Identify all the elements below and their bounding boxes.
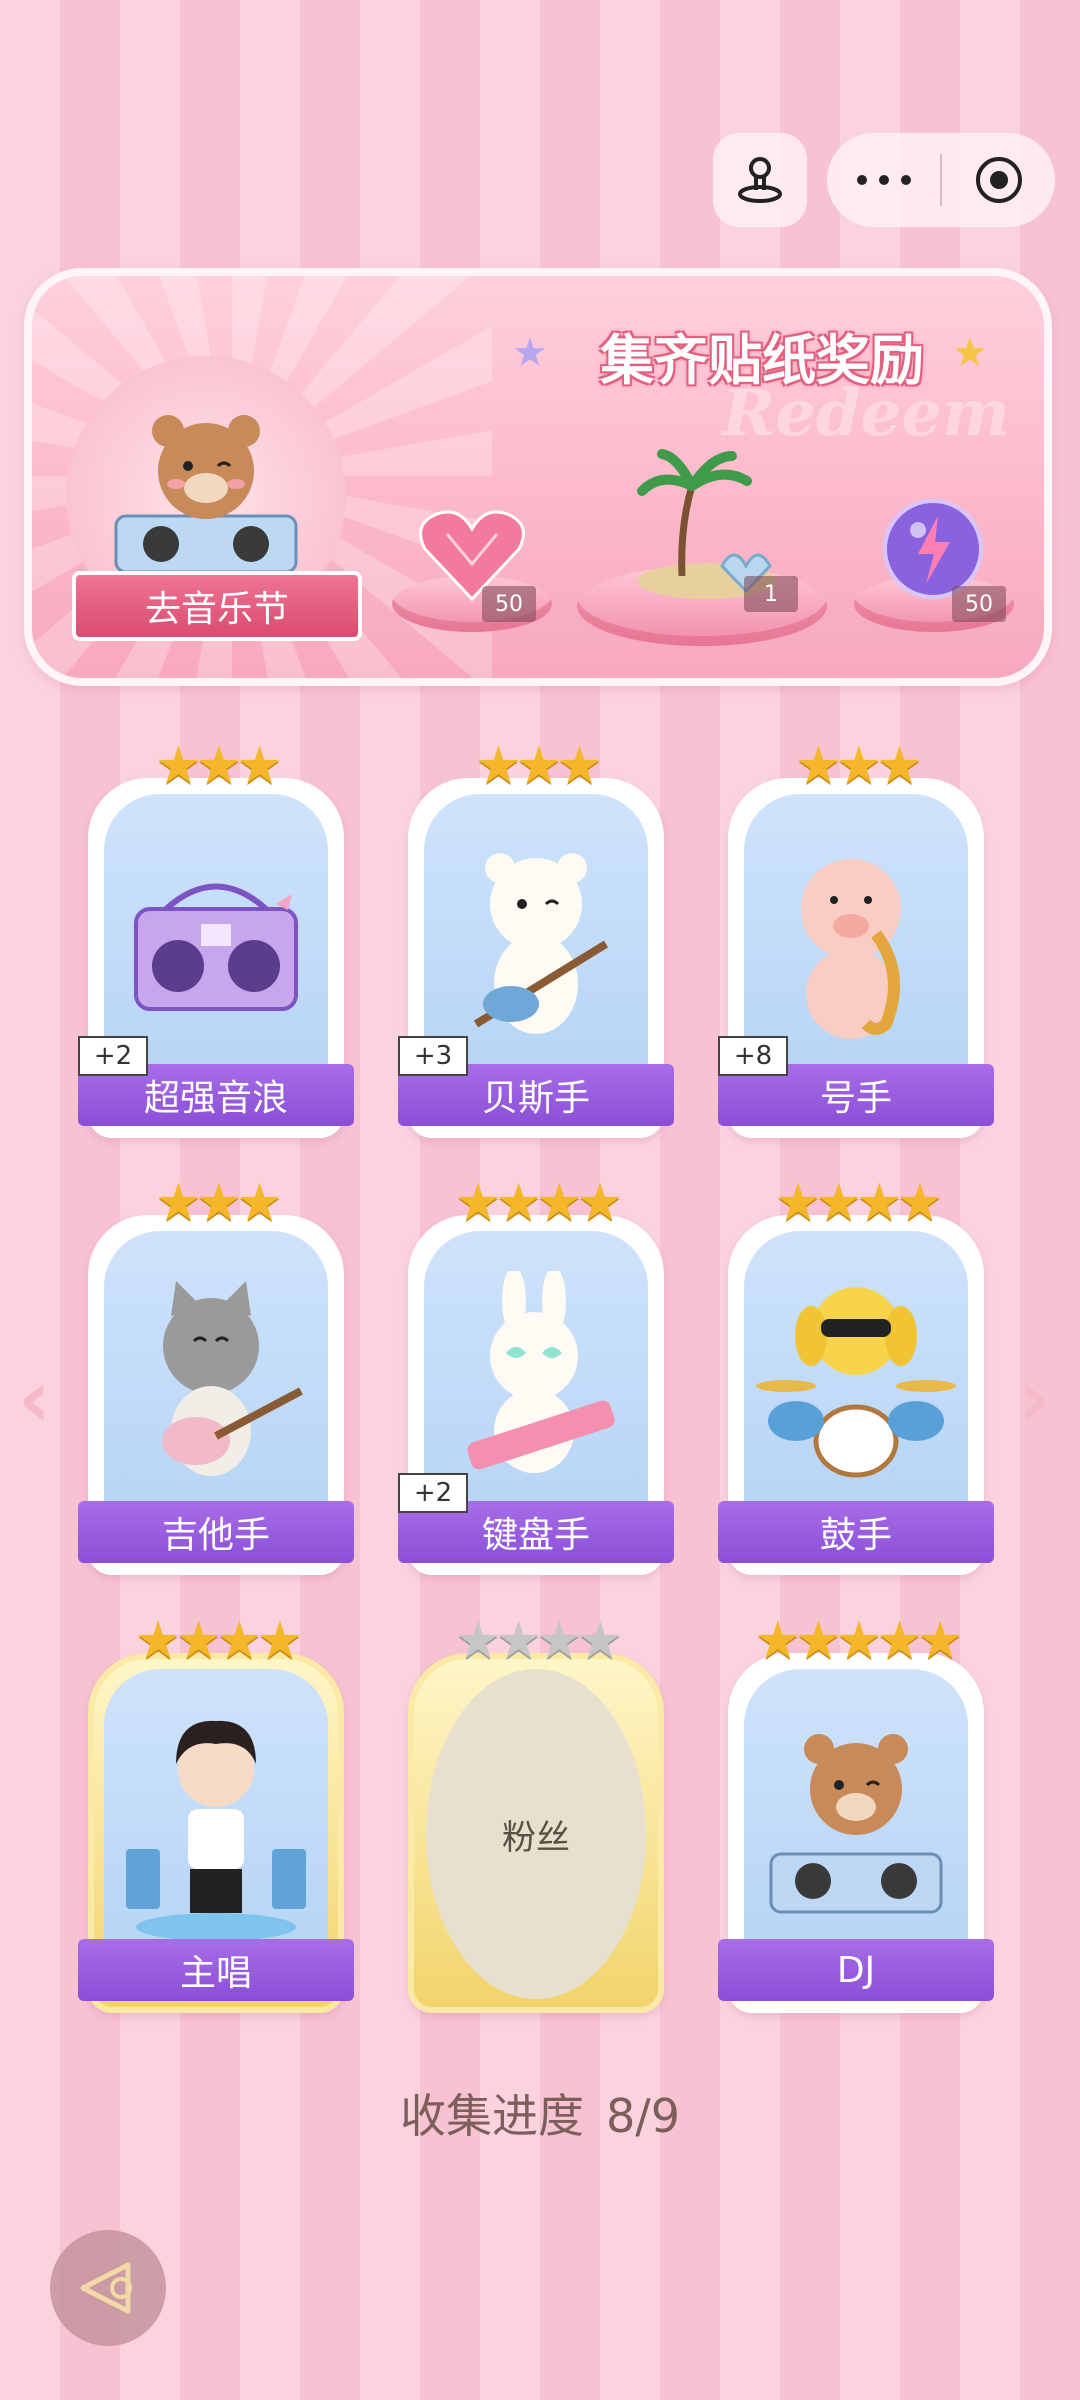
- singer-art: [104, 1669, 328, 1969]
- star-rating: ★★★: [155, 1173, 283, 1233]
- sticker-card[interactable]: ★★★ 吉他手: [78, 1173, 354, 1575]
- card-label: 粉丝: [502, 1817, 570, 1858]
- cat-guitar-art: [104, 1231, 328, 1531]
- joystick-icon: [738, 157, 782, 203]
- sticker-card[interactable]: ★★★ 贝斯手 +3: [398, 736, 674, 1138]
- card-label: 吉他手: [78, 1501, 354, 1563]
- sticker-card[interactable]: ★★★★★ DJ: [718, 1611, 994, 2013]
- reward-count: 1: [744, 576, 798, 612]
- duplicate-count-badge: +2: [398, 1473, 468, 1513]
- star-rating: ★★★: [795, 736, 923, 796]
- duplicate-count-badge: +2: [78, 1036, 148, 1076]
- duplicate-count-badge: +3: [398, 1036, 468, 1076]
- sticker-card[interactable]: ★★★★ 鼓手: [718, 1173, 994, 1575]
- sticker-card[interactable]: ★★★ 超强音浪 +2: [78, 736, 354, 1138]
- card-label: DJ: [718, 1939, 994, 2001]
- reward-count: 50: [482, 586, 536, 622]
- card-label: 鼓手: [718, 1501, 994, 1563]
- joystick-button[interactable]: [713, 133, 807, 227]
- mini-program-capsule: [827, 133, 1055, 227]
- sticker-card[interactable]: ★★★★ 粉丝: [408, 1611, 664, 2013]
- star-rating: ★★★: [475, 736, 603, 796]
- star-icon: ★: [512, 330, 548, 376]
- back-triangle-icon: [80, 2262, 132, 2314]
- progress-value: 8/9: [605, 2089, 681, 2143]
- star-rating: ★★★★★: [754, 1611, 963, 1671]
- go-festival-button[interactable]: 去音乐节: [72, 571, 362, 641]
- next-page-arrow[interactable]: ›: [1018, 1352, 1051, 1445]
- sticker-card[interactable]: ★★★ 号手 +8: [718, 736, 994, 1138]
- more-button[interactable]: [827, 133, 940, 227]
- sticker-card[interactable]: ★★★★ 键盘手 +2: [398, 1173, 674, 1575]
- star-rating: ★★★★: [454, 1611, 623, 1671]
- close-button[interactable]: [942, 133, 1055, 227]
- dj-bear-icon: [114, 415, 298, 574]
- reward-banner: Redeem ★ ★ 集齐贴纸奖励 去音乐节 50 1 50: [24, 268, 1052, 686]
- star-rating: ★★★★: [774, 1173, 943, 1233]
- reward-count: 50: [952, 586, 1006, 622]
- card-label: 主唱: [78, 1939, 354, 2001]
- bear-dj-art: [744, 1669, 968, 1969]
- banner-title: 集齐贴纸奖励: [600, 328, 924, 392]
- duplicate-count-badge: +8: [718, 1036, 788, 1076]
- star-rating: ★★★★: [134, 1611, 303, 1671]
- dog-drums-art: [744, 1231, 968, 1531]
- sticker-card[interactable]: ★★★★ 主唱: [78, 1611, 354, 2013]
- progress-label: 收集进度: [399, 2089, 584, 2143]
- collection-progress: 收集进度 8/9: [0, 2080, 1080, 2146]
- empty-slot: 粉丝: [426, 1669, 646, 1999]
- star-rating: ★★★: [155, 736, 283, 796]
- star-rating: ★★★★: [454, 1173, 623, 1233]
- target-close-icon: [975, 157, 1022, 203]
- prev-page-arrow[interactable]: ‹: [18, 1352, 51, 1445]
- more-dots-icon: [856, 175, 911, 185]
- back-button[interactable]: [50, 2230, 166, 2346]
